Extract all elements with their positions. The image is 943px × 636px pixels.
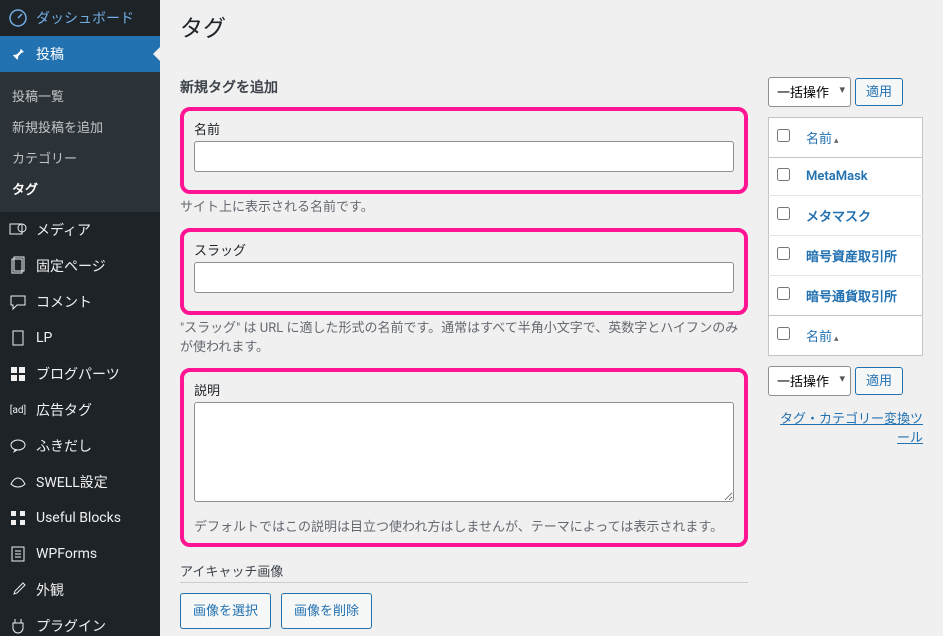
menu-label: コメント xyxy=(36,292,92,312)
page-icon xyxy=(8,256,28,276)
menu-dashboard[interactable]: ダッシュボード xyxy=(0,0,160,36)
admin-sidebar: ダッシュボード 投稿 投稿一覧 新規投稿を追加 カテゴリー タグ メディア 固定… xyxy=(0,0,160,636)
table-row: メタマスク xyxy=(769,196,923,236)
select-all-bottom[interactable] xyxy=(777,327,790,340)
description-label: 説明 xyxy=(194,380,734,399)
menu-label: メディア xyxy=(36,220,91,240)
ad-icon: [ad] xyxy=(8,400,28,420)
blocks-icon xyxy=(8,508,28,528)
menu-media[interactable]: メディア xyxy=(0,212,160,248)
table-row: MetaMask xyxy=(769,158,923,196)
menu-swell[interactable]: SWELL設定 xyxy=(0,464,160,500)
eyecatch-label: アイキャッチ画像 xyxy=(180,561,748,580)
menu-label: 固定ページ xyxy=(36,256,106,276)
dashboard-icon xyxy=(8,8,28,28)
menu-label: プラグイン xyxy=(36,616,106,636)
menu-posts[interactable]: 投稿 xyxy=(0,36,160,72)
slug-label: スラッグ xyxy=(194,240,734,259)
page-title: タグ xyxy=(180,0,923,47)
grid-icon xyxy=(8,364,28,384)
menu-label: ふきだし xyxy=(36,436,92,456)
comment-icon xyxy=(8,292,28,312)
bulk-apply-top[interactable]: 適用 xyxy=(855,78,903,106)
table-row: 暗号通貨取引所 xyxy=(769,276,923,316)
sort-icon: ▴ xyxy=(834,136,839,146)
name-input[interactable] xyxy=(194,141,734,172)
description-help: デフォルトではこの説明は目立つ使われ方はしませんが、テーマによっては表示されます… xyxy=(194,518,734,538)
tag-link[interactable]: MetaMask xyxy=(806,169,868,184)
bulk-apply-bottom[interactable]: 適用 xyxy=(855,367,903,395)
select-image-button[interactable]: 画像を選択 xyxy=(180,593,271,629)
highlight-slug: スラッグ xyxy=(180,228,748,315)
swell-icon xyxy=(8,472,28,492)
submenu-tags[interactable]: タグ xyxy=(0,173,160,204)
description-input[interactable] xyxy=(194,402,734,502)
slug-input[interactable] xyxy=(194,262,734,293)
menu-label: Useful Blocks xyxy=(36,510,121,526)
menu-blogparts[interactable]: ブログパーツ xyxy=(0,356,160,392)
menu-label: 外観 xyxy=(36,580,64,600)
row-checkbox[interactable] xyxy=(777,168,790,181)
media-icon xyxy=(8,220,28,240)
tags-table: 名前▴ MetaMask メタマスク xyxy=(768,117,923,356)
menu-label: ブログパーツ xyxy=(36,364,120,384)
menu-label: ダッシュボード xyxy=(36,8,134,28)
highlight-name: 名前 xyxy=(180,107,748,194)
name-label: 名前 xyxy=(194,119,734,138)
add-tag-form: 新規タグを追加 名前 サイト上に表示される名前です。 スラッグ "スラッグ" は… xyxy=(180,77,748,636)
menu-adtag[interactable]: [ad] 広告タグ xyxy=(0,392,160,428)
brush-icon xyxy=(8,580,28,600)
page-icon xyxy=(8,328,28,348)
menu-label: LP xyxy=(36,330,52,346)
tag-link[interactable]: メタマスク xyxy=(806,210,871,225)
menu-fukidashi[interactable]: ふきだし xyxy=(0,428,160,464)
table-row: 暗号資産取引所 xyxy=(769,236,923,276)
column-footer-name[interactable]: 名前▴ xyxy=(798,316,923,356)
menu-plugins[interactable]: プラグイン xyxy=(0,608,160,636)
pin-icon xyxy=(8,44,28,64)
tag-link[interactable]: 暗号通貨取引所 xyxy=(806,290,897,305)
row-checkbox[interactable] xyxy=(777,207,790,220)
plugin-icon xyxy=(8,616,28,636)
menu-appearance[interactable]: 外観 xyxy=(0,572,160,608)
menu-comments[interactable]: コメント xyxy=(0,284,160,320)
bulk-action-select-bottom[interactable]: 一括操作 xyxy=(768,366,851,396)
submenu-posts-list[interactable]: 投稿一覧 xyxy=(0,80,160,111)
tag-link[interactable]: 暗号資産取引所 xyxy=(806,250,897,265)
sort-icon: ▴ xyxy=(834,334,839,344)
form-heading: 新規タグを追加 xyxy=(180,77,748,97)
row-checkbox[interactable] xyxy=(777,287,790,300)
bulk-action-select-top[interactable]: 一括操作 xyxy=(768,77,851,107)
slug-help: "スラッグ" は URL に適した形式の名前です。通常はすべて半角小文字で、英数… xyxy=(180,319,748,358)
highlight-description: 説明 デフォルトではこの説明は目立つ使われ方はしませんが、テーマによっては表示さ… xyxy=(180,368,748,548)
delete-image-button[interactable]: 画像を削除 xyxy=(281,593,372,629)
menu-label: 投稿 xyxy=(36,44,64,64)
submenu-posts-new[interactable]: 新規投稿を追加 xyxy=(0,111,160,142)
form-icon xyxy=(8,544,28,564)
menu-lp[interactable]: LP xyxy=(0,320,160,356)
menu-usefulblocks[interactable]: Useful Blocks xyxy=(0,500,160,536)
main-content: タグ 新規タグを追加 名前 サイト上に表示される名前です。 スラッグ xyxy=(160,0,943,636)
column-header-name[interactable]: 名前▴ xyxy=(798,118,923,158)
name-help: サイト上に表示される名前です。 xyxy=(180,198,748,218)
menu-pages[interactable]: 固定ページ xyxy=(0,248,160,284)
tags-list-panel: 一括操作 適用 名前▴ MetaM xyxy=(768,77,923,636)
submenu-posts: 投稿一覧 新規投稿を追加 カテゴリー タグ xyxy=(0,72,160,212)
menu-label: WPForms xyxy=(36,546,97,562)
speech-icon xyxy=(8,436,28,456)
menu-label: 広告タグ xyxy=(36,400,92,420)
menu-wpforms[interactable]: WPForms xyxy=(0,536,160,572)
convert-tool-link[interactable]: タグ・カテゴリー変換ツール xyxy=(768,408,923,446)
select-all-top[interactable] xyxy=(777,129,790,142)
submenu-categories[interactable]: カテゴリー xyxy=(0,142,160,173)
row-checkbox[interactable] xyxy=(777,247,790,260)
menu-label: SWELL設定 xyxy=(36,472,108,492)
